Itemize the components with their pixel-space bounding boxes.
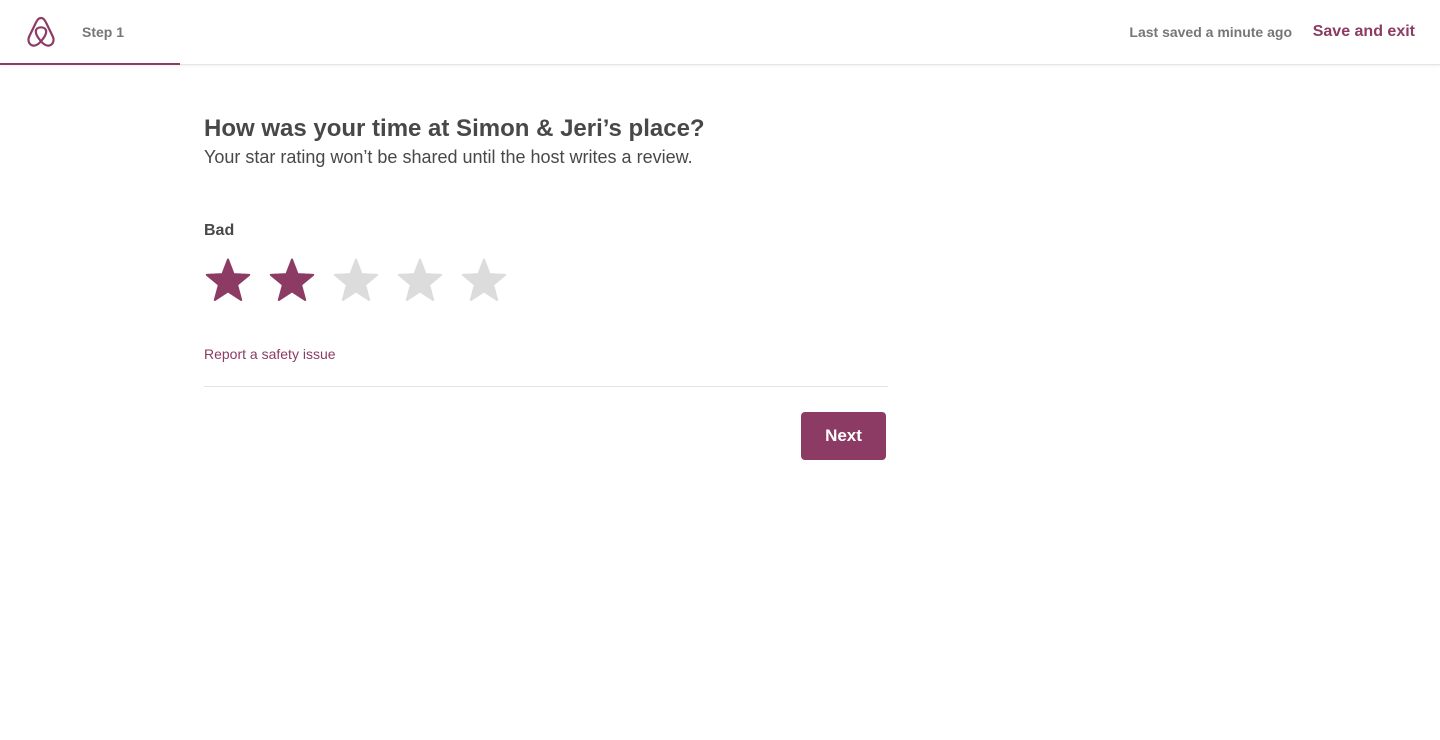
report-safety-issue-link[interactable]: Report a safety issue (204, 345, 336, 363)
star-5-icon[interactable] (460, 257, 508, 305)
review-step-content: How was your time at Simon & Jeri’s plac… (204, 114, 888, 460)
airbnb-logo-icon[interactable] (24, 15, 58, 49)
save-and-exit-button[interactable]: Save and exit (1313, 22, 1415, 41)
page-subtitle: Your star rating won’t be shared until t… (204, 147, 693, 167)
next-button[interactable]: Next (801, 412, 886, 460)
last-saved-status: Last saved a minute ago (1129, 24, 1292, 40)
star-2-icon[interactable] (268, 257, 316, 305)
star-3-icon[interactable] (332, 257, 380, 305)
star-1-icon[interactable] (204, 257, 252, 305)
rating-label: Bad (204, 222, 235, 239)
page-title: How was your time at Simon & Jeri’s plac… (204, 115, 705, 142)
star-4-icon[interactable] (396, 257, 444, 305)
step-label: Step 1 (82, 24, 125, 40)
star-rating[interactable] (204, 257, 508, 305)
top-bar: Step 1 Last saved a minute ago Save and … (0, 0, 1440, 65)
progress-bar (0, 63, 180, 65)
divider (204, 386, 888, 387)
